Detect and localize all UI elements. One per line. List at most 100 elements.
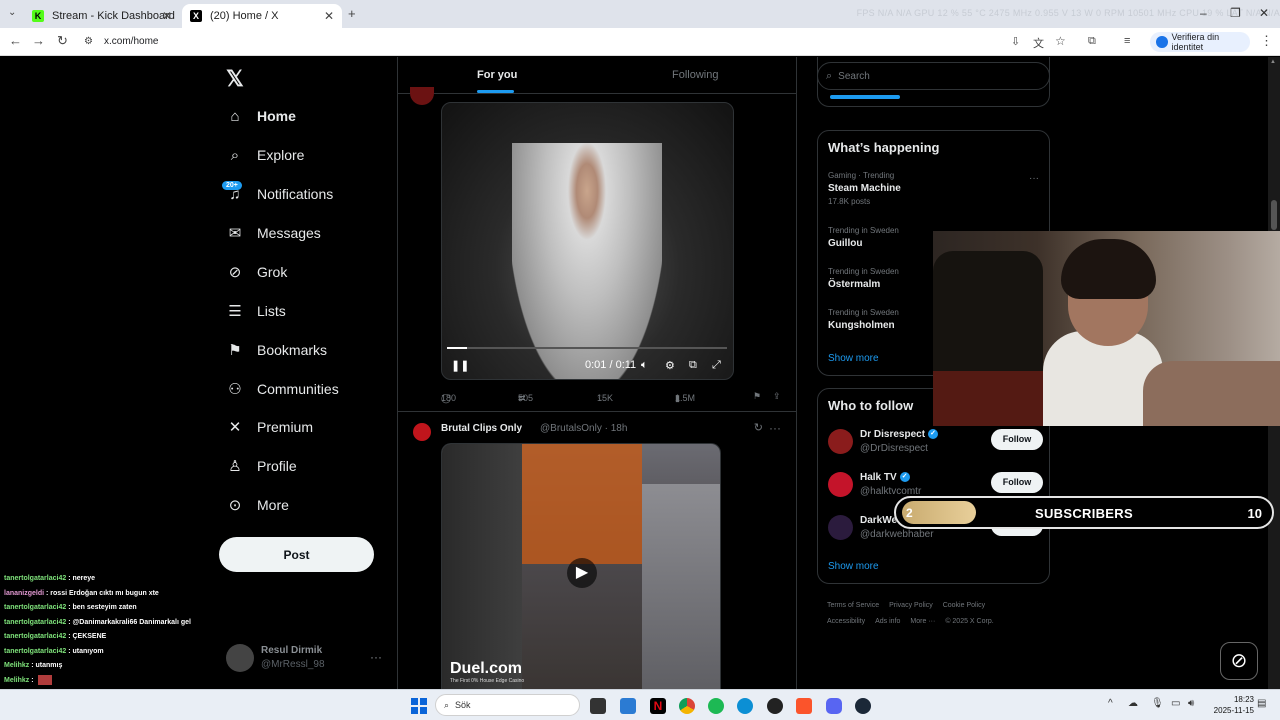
bookmark-star-icon[interactable]: ☆ — [1055, 34, 1066, 48]
chat-message: lananizgeldi : rossi Erdoğan cıktı mı bu… — [4, 587, 388, 602]
install-app-icon[interactable]: ⇩ — [1011, 35, 1020, 48]
footer-link[interactable]: Ads info — [875, 618, 900, 625]
tweet-video-player[interactable]: ▶ Duel.com The First 0% House Edge Casin… — [441, 443, 721, 689]
panel-title: What’s happening — [828, 140, 940, 155]
task-view-icon[interactable] — [590, 698, 606, 714]
display-icon[interactable]: ▭ — [1171, 698, 1180, 709]
suggestion-name-text: Dr Disrespect — [860, 429, 926, 440]
follow-button[interactable]: Follow — [991, 429, 1043, 450]
forward-icon[interactable]: → — [32, 33, 45, 48]
edge-icon[interactable] — [737, 698, 753, 714]
chat-message: tanertolgatarlaci42 : utanıyom — [4, 645, 388, 660]
netflix-icon[interactable]: N — [650, 698, 666, 714]
pip-icon[interactable]: ⧉ — [689, 359, 697, 372]
nav-notifications[interactable]: ♫ Notifications — [226, 179, 333, 209]
close-tab-icon[interactable]: ✕ — [324, 9, 334, 23]
tab-title: (20) Home / X — [210, 10, 279, 22]
footer-link[interactable]: Accessibility — [827, 618, 865, 625]
tray-chevron-icon[interactable]: ^ — [1108, 698, 1113, 709]
extensions-icon[interactable]: ⧉ — [1088, 35, 1096, 48]
close-tab-icon[interactable]: ✕ — [162, 9, 172, 23]
card-button[interactable] — [830, 95, 900, 99]
address-bar[interactable]: x.com/home — [104, 36, 158, 47]
volume-icon[interactable]: 🔈︎ — [641, 359, 648, 372]
nav-explore[interactable]: ⌕ Explore — [226, 140, 305, 170]
nav-premium[interactable]: ✕ Premium — [226, 412, 313, 442]
verify-identity-button[interactable]: Verifiera din identitet — [1150, 32, 1250, 52]
nav-messages[interactable]: ✉ Messages — [226, 218, 321, 248]
play-icon[interactable]: ▶ — [567, 558, 597, 588]
tab-kick-dashboard[interactable]: K Stream - Kick Dashboard ✕ — [24, 4, 180, 28]
nav-lists[interactable]: ☰ Lists — [226, 296, 286, 326]
close-window-icon[interactable]: ✕ — [1259, 6, 1269, 20]
tweet-author-handle[interactable]: @BrutalsOnly · 18h — [540, 423, 627, 434]
site-info-icon[interactable]: ⚙ — [84, 36, 93, 47]
grok-icon[interactable]: ↻ — [754, 421, 763, 434]
steam-icon[interactable] — [855, 698, 871, 714]
back-icon[interactable]: ← — [9, 33, 22, 48]
pause-icon[interactable]: ❚❚ — [451, 359, 469, 372]
video-frame — [442, 444, 522, 689]
bookmark-icon[interactable]: ⚑ — [753, 391, 761, 402]
avatar[interactable] — [413, 423, 431, 441]
trend-item[interactable]: Gaming · Trending Steam Machine 17.8K po… — [828, 171, 1038, 206]
trend-count: 17.8K posts — [828, 197, 871, 206]
nav-profile[interactable]: ♙ Profile — [226, 451, 296, 481]
search-placeholder: Search — [838, 70, 870, 82]
tweet-author-name[interactable]: Brutal Clips Only — [441, 423, 522, 434]
discord-icon[interactable] — [826, 698, 842, 714]
spotify-icon[interactable] — [708, 698, 724, 714]
volume-icon[interactable]: 🔊︎ — [1188, 698, 1194, 709]
app-icon[interactable] — [767, 698, 783, 714]
more-dots-icon[interactable]: ··· — [1029, 173, 1039, 184]
footer-link[interactable]: Cookie Policy — [943, 602, 985, 609]
footer-link[interactable]: Privacy Policy — [889, 602, 933, 609]
windows-start-icon[interactable] — [411, 698, 427, 714]
taskbar-search-input[interactable]: ⌕ Sök — [435, 694, 580, 716]
tab-for-you[interactable]: For you — [477, 69, 517, 81]
translate-icon[interactable]: 文 — [1033, 35, 1044, 51]
video-progress-bar[interactable] — [447, 347, 727, 349]
timeline-tabs: For you Following — [398, 57, 796, 94]
avatar[interactable] — [410, 87, 434, 105]
scrollbar-thumb[interactable] — [1271, 200, 1277, 230]
new-tab-icon[interactable]: + — [348, 6, 356, 21]
x-logo-icon[interactable]: 𝕏 — [226, 66, 244, 92]
nav-home[interactable]: ⌂ Home — [226, 101, 295, 131]
browser-menu-icon[interactable]: ⋮ — [1260, 33, 1273, 49]
tweet-video-player[interactable]: ❚❚ 0:01 / 0:11 🔈︎ ⚙ ⧉ ⤢ — [441, 102, 734, 380]
tab-x-home[interactable]: X (20) Home / X ✕ — [182, 4, 342, 28]
maximize-icon[interactable]: ❐ — [1230, 6, 1241, 20]
follow-button[interactable]: Follow — [991, 472, 1043, 493]
tab-list-chevron-icon[interactable]: ⌄ — [8, 7, 16, 18]
nav-grok[interactable]: ⊘ Grok — [226, 257, 288, 287]
start-tile — [411, 698, 418, 705]
show-more-link[interactable]: Show more — [828, 561, 879, 572]
scroll-up-icon[interactable]: ▲ — [1270, 59, 1276, 65]
reading-list-icon[interactable]: ≡ — [1124, 35, 1130, 47]
cloud-icon[interactable]: ☁ — [1128, 698, 1138, 709]
mic-icon[interactable]: 🎙︎ — [1151, 698, 1164, 709]
store-icon[interactable] — [620, 698, 636, 714]
fullscreen-icon[interactable]: ⤢ — [712, 359, 721, 372]
nav-bookmarks[interactable]: ⚑ Bookmarks — [226, 335, 327, 365]
reload-icon[interactable]: ↻ — [57, 33, 68, 49]
nav-communities[interactable]: ⚇ Communities — [226, 374, 338, 404]
show-more-link[interactable]: Show more — [828, 353, 879, 364]
follow-suggestion[interactable]: Dr Disrespect ✓ @DrDisrespect Follow — [828, 427, 1043, 459]
notification-icon[interactable]: ▤ — [1257, 698, 1266, 709]
footer-link[interactable]: More ··· — [910, 618, 935, 625]
post-button[interactable]: Post — [219, 537, 374, 572]
brave-icon[interactable] — [796, 698, 812, 714]
share-icon[interactable]: ⇪ — [773, 391, 781, 402]
minimize-icon[interactable]: – — [1200, 6, 1207, 20]
tab-following[interactable]: Following — [672, 69, 718, 81]
settings-gear-icon[interactable]: ⚙ — [665, 359, 675, 372]
taskbar-clock[interactable]: 18:23 2025-11-15 — [1214, 694, 1254, 716]
search-input[interactable]: ⌕ Search — [817, 62, 1050, 90]
chrome-icon[interactable] — [679, 698, 695, 714]
footer-link[interactable]: Terms of Service — [827, 602, 879, 609]
x-logo-icon: ✕ — [228, 419, 242, 436]
nav-more[interactable]: ⊙ More — [226, 490, 289, 520]
more-dots-icon[interactable]: ··· — [769, 421, 781, 435]
